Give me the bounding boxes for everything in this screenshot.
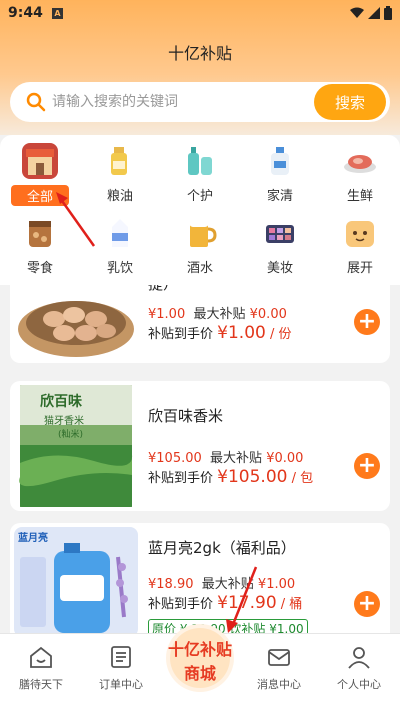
add-to-cart-button[interactable]: + (354, 591, 380, 617)
nav-label: 个人中心 (337, 678, 381, 691)
category-label: 美妆 (266, 261, 293, 276)
status-bar: 9:44 A (0, 0, 400, 28)
product-card[interactable]: 蓝月亮 蓝月亮2gk（福利品） ¥18.90 最大补贴 ¥1.00 补贴到手价 … (10, 523, 390, 633)
product-price: ¥18.90 (148, 577, 194, 592)
product-card[interactable]: 提） ¥1.00 最大补贴 ¥0.00 补贴到手价 ¥1.00 / 份 + (10, 285, 390, 363)
battery-icon (384, 6, 392, 20)
nav-label: 膳待天下 (19, 678, 63, 691)
product-name: 蓝月亮2gk（福利品） (148, 539, 296, 557)
store-icon (22, 143, 58, 179)
search-input[interactable] (52, 82, 312, 122)
max-subsidy-value: ¥1.00 (257, 577, 296, 592)
profile-icon (348, 647, 370, 669)
makeup-icon (262, 215, 298, 251)
wifi-icon (350, 7, 364, 18)
subsidy-mall-button[interactable]: 十亿补贴 商城 (160, 618, 240, 698)
category-label: 酒水 (186, 261, 213, 276)
price-row: ¥1.00 最大补贴 ¥0.00 (148, 303, 287, 322)
product-name: 欣百味香米 (148, 407, 224, 425)
category-expand[interactable]: 展开 (330, 211, 390, 281)
annotation-arrow (56, 192, 96, 247)
product-image: 欣百味 猫牙香米 (籼米) (14, 385, 138, 507)
product-image (14, 285, 138, 359)
nav-item-home[interactable]: 膳待天下 (6, 644, 76, 692)
category-label: 展开 (346, 261, 373, 276)
message-icon (268, 649, 290, 666)
nav-item-messages[interactable]: 消息中心 (244, 644, 314, 692)
nav-label: 消息中心 (257, 678, 301, 691)
category-label: 生鲜 (346, 189, 373, 204)
max-subsidy-value: ¥0.00 (266, 451, 304, 466)
expand-icon (342, 215, 378, 251)
final-price-row: 补贴到手价 ¥105.00 / 包 (148, 467, 313, 487)
max-subsidy-label: 最大补贴 (210, 451, 263, 466)
price-row: ¥105.00 最大补贴 ¥0.00 (148, 447, 303, 466)
final-price-label: 补贴到手价 (148, 327, 214, 342)
product-price: ¥105.00 (148, 451, 202, 466)
status-time: 9:44 (8, 5, 43, 21)
brand-logo: 蓝月亮 (18, 533, 48, 544)
final-price-row: 补贴到手价 ¥1.00 / 份 (148, 323, 291, 343)
meat-icon (342, 143, 378, 179)
beer-icon (182, 215, 218, 251)
category-personal-care[interactable]: 个护 (170, 139, 230, 209)
price-unit: / 份 (269, 327, 292, 342)
category-cleaning[interactable]: 家清 (250, 139, 310, 209)
order-icon (111, 646, 131, 668)
product-name: 提） (148, 285, 178, 294)
price-unit: / 包 (291, 471, 314, 486)
max-subsidy-value: ¥0.00 (249, 307, 287, 322)
bottom-nav: 膳待天下 订单中心 十亿补贴 商城 消息中心 个人中心 (0, 624, 400, 710)
price-unit: / 桶 (280, 597, 303, 612)
header: 9:44 A 十亿补贴 搜索 (0, 0, 400, 135)
nav-item-profile[interactable]: 个人中心 (324, 644, 394, 692)
product-price: ¥1.00 (148, 307, 186, 322)
nav-label: 订单中心 (99, 678, 143, 691)
signal-icon (368, 7, 380, 19)
final-price-label: 补贴到手价 (148, 471, 214, 486)
category-label: 家清 (266, 189, 293, 204)
add-to-cart-button[interactable]: + (354, 309, 380, 335)
add-to-cart-button[interactable]: + (354, 453, 380, 479)
final-price-label: 补贴到手价 (148, 597, 214, 612)
category-makeup[interactable]: 美妆 (250, 211, 310, 281)
category-drinks[interactable]: 酒水 (170, 211, 230, 281)
search-bar: 搜索 (10, 82, 390, 122)
product-card[interactable]: 欣百味 猫牙香米 (籼米) 欣百味香米 ¥105.00 最大补贴 ¥0.00 补… (10, 381, 390, 511)
package-text-mid: 猫牙香米 (44, 416, 84, 427)
category-label: 个护 (186, 189, 213, 204)
category-label: 乳饮 (106, 261, 133, 276)
final-price: ¥1.00 (217, 323, 266, 343)
category-label: 零食 (26, 261, 53, 276)
final-price: ¥105.00 (217, 467, 288, 487)
badge-line-2: 商城 (183, 664, 216, 683)
milk-icon (102, 215, 138, 251)
package-text-top: 欣百味 (40, 394, 82, 410)
package-text-small: (籼米) (58, 430, 84, 440)
product-list: 提） ¥1.00 最大补贴 ¥0.00 补贴到手价 ¥1.00 / 份 + 欣百… (0, 285, 400, 633)
search-icon (26, 92, 46, 112)
page-title: 十亿补贴 (167, 44, 232, 63)
nav-item-orders[interactable]: 订单中心 (86, 644, 156, 692)
search-button[interactable]: 搜索 (314, 84, 386, 120)
status-icons (350, 6, 392, 20)
cleaning-icon (262, 143, 298, 179)
product-image: 蓝月亮 (14, 527, 138, 633)
notification-icon: A (52, 8, 63, 19)
personal-care-icon (182, 143, 218, 179)
oil-icon (102, 143, 138, 179)
category-fresh[interactable]: 生鲜 (330, 139, 390, 209)
home-icon (30, 646, 52, 668)
max-subsidy-label: 最大补贴 (193, 307, 246, 322)
badge-line-1: 十亿补贴 (167, 640, 232, 659)
